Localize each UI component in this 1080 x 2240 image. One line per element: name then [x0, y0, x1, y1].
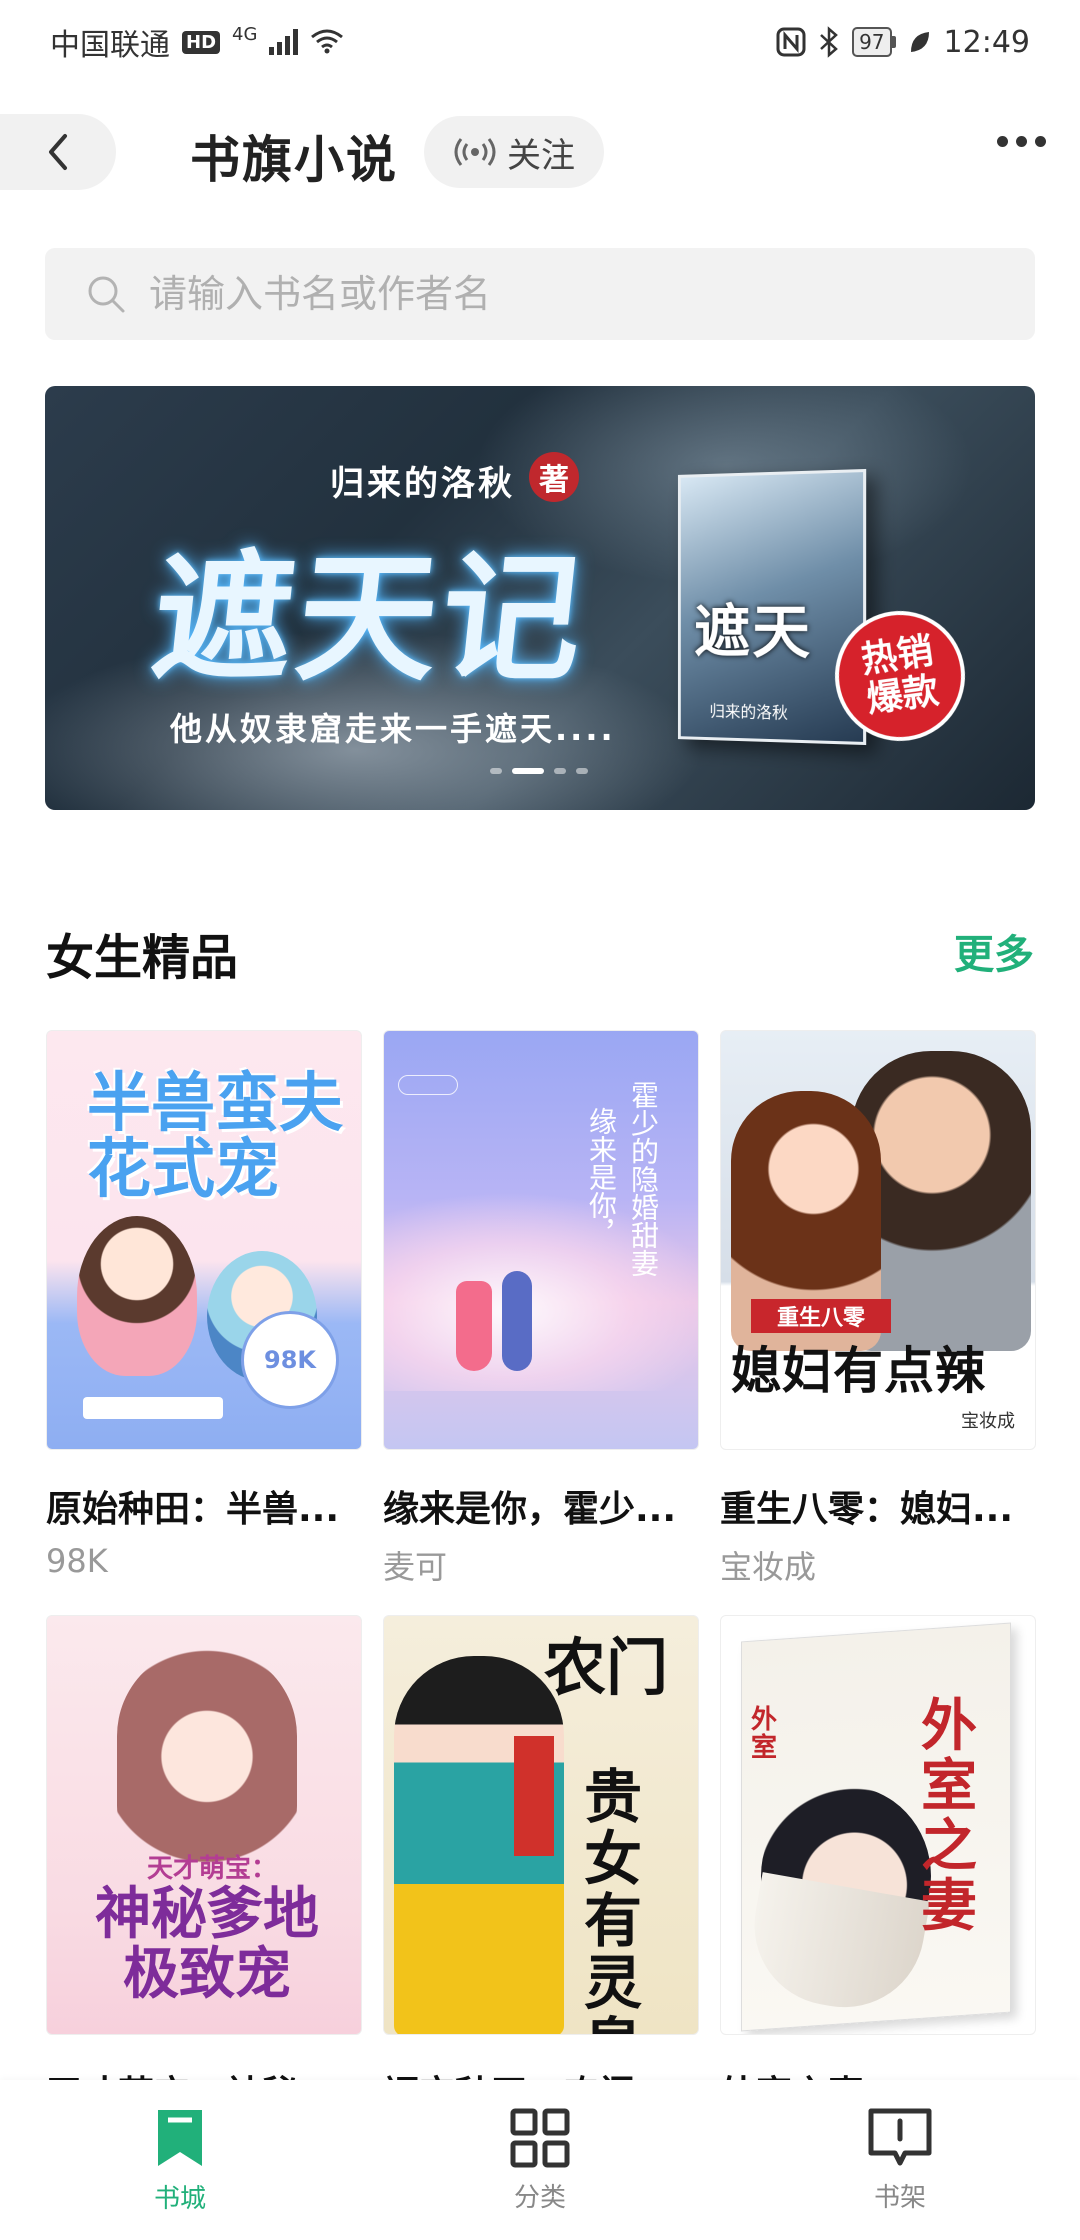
banner-tagline: 他从奴隶窟走来一手遮天....	[170, 710, 616, 748]
cover-tag: 重生八零	[751, 1299, 891, 1333]
book-cover[interactable]: 外室 外室之妻	[720, 1615, 1036, 2035]
status-bar: 中国联通 HD 4G 97 12:49	[0, 0, 1080, 84]
search-bar[interactable]	[45, 248, 1035, 340]
book-card[interactable]: 半兽蛮夫花式宠 98K 原始种田：半兽... 98K	[46, 1030, 362, 1615]
banner-pagination	[490, 768, 588, 774]
cover-title-text: 外室之妻	[921, 1693, 977, 1939]
book-author: 宝妆成	[720, 1548, 817, 1586]
hot-badge-line2: 爆款	[864, 669, 942, 721]
section-title: 女生精品	[46, 930, 239, 986]
book-title[interactable]: 原始种田：半兽...	[46, 1480, 362, 1532]
book-cover[interactable]: 重生八零 媳妇有点辣 宝妆成	[720, 1030, 1036, 1450]
bookshelf-icon	[868, 2108, 932, 2165]
status-left: 中国联通 HD 4G	[50, 20, 344, 64]
app-header: 书旗小说 关注	[0, 110, 1080, 196]
book-cover[interactable]: 霍少的隐婚甜妻 缘来是你，	[383, 1030, 699, 1450]
clock: 12:49	[943, 24, 1030, 60]
back-button[interactable]	[0, 114, 116, 190]
book-title[interactable]: 重生八零：媳妇...	[720, 1480, 1036, 1532]
cover-author: 宝妆成	[961, 1411, 1015, 1432]
page-dot	[554, 768, 566, 774]
signal-icon	[269, 29, 299, 55]
cover-title-text: 霍少的隐婚甜妻	[627, 1081, 660, 1277]
chevron-left-icon	[49, 134, 67, 170]
more-options-icon[interactable]	[997, 136, 1046, 147]
page-dot-active	[512, 768, 544, 774]
cover-subtitle-text: 贵女有灵泉	[584, 1763, 643, 2034]
broadcast-icon	[454, 138, 496, 166]
book-card[interactable]: 重生八零 媳妇有点辣 宝妆成 重生八零：媳妇... 宝妆成	[720, 1030, 1036, 1615]
book-author: 麦可	[383, 1548, 448, 1586]
follow-button[interactable]: 关注	[424, 116, 604, 188]
bookmark-icon	[158, 2109, 202, 2166]
banner-title: 遮天记	[145, 537, 595, 701]
bluetooth-icon	[820, 26, 838, 58]
banner-book-cover: 遮天 归来的洛秋	[677, 468, 867, 746]
status-right: 97 12:49	[776, 25, 1030, 60]
bottom-nav: 书城 分类 书架	[0, 2080, 1080, 2240]
banner-book-title: 遮天	[694, 597, 813, 667]
banner-book-author: 归来的洛秋	[709, 701, 788, 723]
cover-side-text: 外室	[751, 1705, 778, 1763]
cover-title-text: 半兽蛮夫花式宠	[87, 1066, 343, 1207]
nav-label-category: 分类	[513, 2182, 566, 2213]
book-grid: 半兽蛮夫花式宠 98K 原始种田：半兽... 98K 霍少的隐婚甜妻 缘来是你，…	[46, 1030, 1036, 2200]
nfc-icon	[776, 27, 806, 57]
nav-label-bookshelf: 书架	[873, 2182, 926, 2213]
book-title[interactable]: 缘来是你，霍少...	[383, 1480, 699, 1532]
wifi-icon	[311, 29, 344, 54]
book-cover[interactable]: 天才萌宝： 神秘爹地极致宠	[46, 1615, 362, 2035]
banner-author-badge: 著	[529, 452, 579, 502]
book-cover[interactable]: 半兽蛮夫花式宠 98K	[46, 1030, 362, 1450]
more-link[interactable]: 更多	[954, 922, 1034, 980]
cover-subtitle-text: 天才萌宝：	[147, 1854, 278, 1884]
nav-label-bookstore: 书城	[153, 2183, 206, 2214]
page-dot	[576, 768, 588, 774]
page-dot	[490, 768, 502, 774]
carrier-label: 中国联通	[50, 28, 170, 63]
search-icon	[88, 276, 125, 313]
page-title: 书旗小说	[190, 131, 398, 189]
nav-category[interactable]: 分类	[430, 2107, 650, 2214]
battery-level: 97	[852, 27, 892, 57]
promo-banner[interactable]: 归来的洛秋 著 遮天记 他从奴隶窟走来一手遮天.... 遮天 归来的洛秋 热销爆…	[45, 386, 1035, 810]
cover-badge: 98K	[241, 1311, 339, 1409]
search-input[interactable]	[149, 272, 949, 316]
book-card[interactable]: 霍少的隐婚甜妻 缘来是你， 缘来是你，霍少... 麦可	[383, 1030, 699, 1615]
battery-icon: 97	[852, 27, 896, 57]
banner-author: 归来的洛秋	[330, 464, 515, 504]
cover-title-text: 农门	[544, 1631, 669, 1704]
cover-subtitle-text: 缘来是你，	[585, 1107, 618, 1247]
network-type: 4G	[232, 23, 258, 45]
book-cover[interactable]: 农门 贵女有灵泉	[383, 1615, 699, 2035]
follow-label: 关注	[507, 135, 575, 176]
grid-icon	[510, 2108, 570, 2167]
cover-title-text: 媳妇有点辣	[731, 1341, 986, 1400]
nav-bookshelf[interactable]: 书架	[790, 2107, 1010, 2214]
book-author: 98K	[46, 1542, 108, 1580]
hd-badge: HD	[182, 30, 221, 54]
cover-title-text: 神秘爹地极致宠	[95, 1881, 319, 2007]
leaf-icon	[910, 32, 929, 52]
nav-bookstore[interactable]: 书城	[70, 2106, 290, 2215]
